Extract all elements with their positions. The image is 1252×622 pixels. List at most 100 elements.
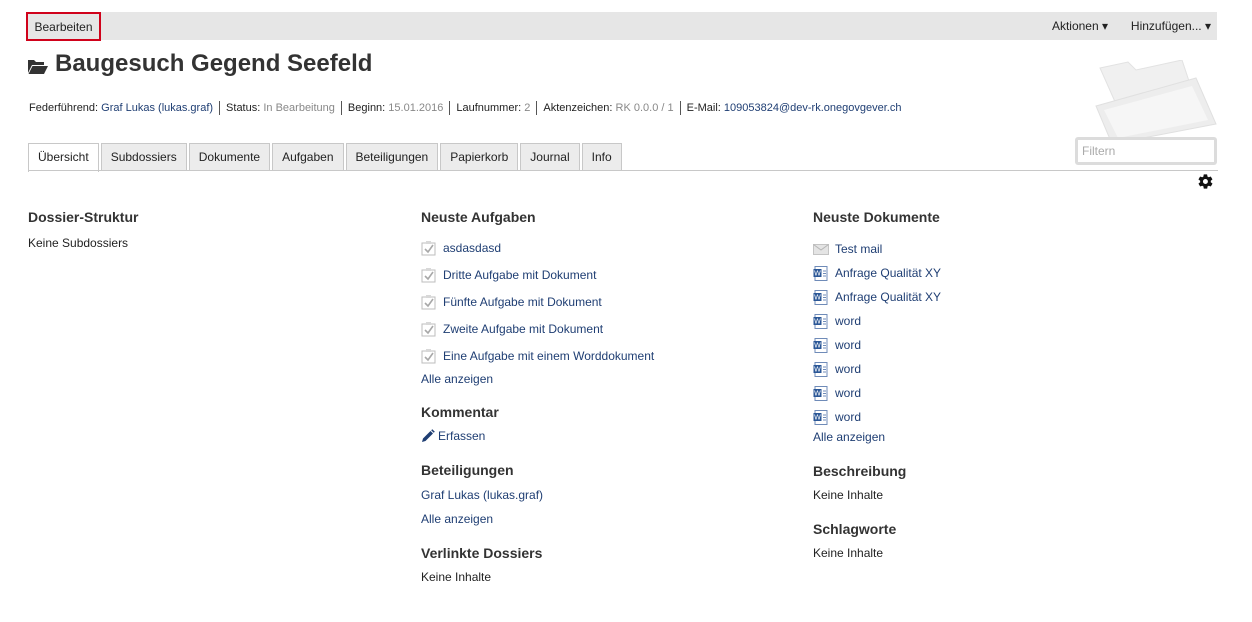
mail-icon (813, 243, 829, 255)
task-link[interactable]: Fünfte Aufgabe mit Dokument (443, 295, 602, 309)
tab-divider (28, 170, 1218, 171)
page-title: Baugesuch Gegend Seefeld (55, 50, 373, 77)
structure-empty-text: Keine Subdossiers (28, 236, 129, 250)
task-link[interactable]: Zweite Aufgabe mit Dokument (443, 322, 603, 336)
meta-email-label: E-Mail: (686, 102, 721, 114)
meta-start-value: 15.01.2016 (388, 102, 444, 114)
meta-reference-label: Aktenzeichen: (543, 102, 613, 114)
open-folder-icon (28, 59, 48, 74)
toolbar: Bearbeiten Aktionen ▾ Hinzufügen... ▾ (26, 12, 1217, 41)
description-heading: Beschreibung (813, 463, 907, 479)
meta-status-value: In Bearbeitung (263, 102, 335, 114)
dossier-folder-icon (1095, 60, 1217, 144)
document-link[interactable]: word (835, 314, 861, 328)
tab-journal[interactable]: Journal (520, 143, 580, 171)
tasks-show-all-link[interactable]: Alle anzeigen (421, 371, 781, 387)
meta-number: Laufnummer: 2 (449, 101, 536, 115)
meta-lead-link[interactable]: Graf Lukas (lukas.graf) (101, 102, 213, 114)
meta-start-label: Beginn: (347, 102, 386, 114)
task-link[interactable]: asdasdasd (443, 241, 501, 255)
add-menu-button[interactable]: Hinzufügen... ▾ (1131, 12, 1211, 40)
tab-subdossiers[interactable]: Subdossiers (100, 143, 187, 171)
document-item[interactable]: W word (813, 405, 1193, 429)
tab-info[interactable]: Info (581, 143, 622, 171)
document-item[interactable]: W word (813, 381, 1193, 405)
document-link[interactable]: word (835, 410, 861, 424)
structure-column: Dossier-Struktur Keine Subdossiers (28, 208, 388, 250)
title-row: Baugesuch Gegend Seefeld (28, 49, 372, 79)
meta-email: E-Mail: 109053824@dev-rk.onegovgever.ch (679, 101, 908, 115)
svg-text:W: W (814, 341, 821, 349)
documents-heading: Neuste Dokumente (813, 209, 940, 225)
task-item[interactable]: Eine Aufgabe mit einem Worddokument (421, 342, 781, 369)
document-link[interactable]: word (835, 338, 861, 352)
task-item[interactable]: Dritte Aufgabe mit Dokument (421, 261, 781, 288)
word-document-icon: W (813, 385, 828, 401)
task-checkbox-icon (421, 240, 436, 255)
task-checkbox-icon (421, 348, 436, 363)
keywords-heading: Schlagworte (813, 521, 897, 537)
dossier-metadata: Federführend: Graf Lukas (lukas.graf) St… (29, 100, 907, 116)
meta-start: Beginn: 15.01.2016 (340, 101, 449, 115)
tasks-column: Neuste Aufgaben asdasdasd Dritte Aufgabe… (421, 208, 781, 584)
participations-heading: Beteiligungen (421, 462, 514, 478)
edit-button[interactable]: Bearbeiten (26, 12, 101, 41)
svg-text:W: W (814, 389, 821, 397)
linked-dossiers-empty-text: Keine Inhalte (421, 570, 492, 584)
meta-reference: Aktenzeichen: RK 0.0.0 / 1 (536, 101, 679, 115)
meta-lead-label: Federführend: (29, 102, 99, 114)
task-list: asdasdasd Dritte Aufgabe mit Dokument Fü… (421, 234, 781, 369)
task-checkbox-icon (421, 267, 436, 282)
svg-text:W: W (814, 269, 821, 277)
tab-documents[interactable]: Dokumente (188, 143, 271, 171)
document-item[interactable]: W Anfrage Qualität XY (813, 261, 1193, 285)
participations-show-all-link[interactable]: Alle anzeigen (421, 511, 781, 527)
tab-trash[interactable]: Papierkorb (440, 143, 519, 171)
word-document-icon: W (813, 337, 828, 353)
task-checkbox-icon (421, 321, 436, 336)
filter-input[interactable] (1075, 137, 1217, 165)
word-document-icon: W (813, 313, 828, 329)
document-item[interactable]: W word (813, 357, 1193, 381)
document-item[interactable]: W Anfrage Qualität XY (813, 285, 1193, 309)
task-link[interactable]: Dritte Aufgabe mit Dokument (443, 268, 596, 282)
document-list: Test mail W Anfrage Qualität XY W Anfrag… (813, 237, 1193, 429)
gear-icon[interactable] (1197, 173, 1214, 190)
document-item[interactable]: Test mail (813, 237, 1193, 261)
document-link[interactable]: Anfrage Qualität XY (835, 266, 941, 280)
word-document-icon: W (813, 409, 828, 425)
meta-email-link[interactable]: 109053824@dev-rk.onegovgever.ch (724, 102, 902, 114)
word-document-icon: W (813, 289, 828, 305)
description-empty-text: Keine Inhalte (813, 488, 884, 502)
actions-menu-button[interactable]: Aktionen ▾ (1052, 12, 1108, 40)
comment-heading: Kommentar (421, 404, 499, 420)
tab-bar: Übersicht Subdossiers Dokumente Aufgaben… (28, 143, 624, 172)
tab-participations[interactable]: Beteiligungen (345, 143, 439, 171)
svg-text:W: W (814, 365, 821, 373)
meta-status-label: Status: (226, 102, 261, 114)
participant-link[interactable]: Graf Lukas (lukas.graf) (421, 487, 781, 503)
pencil-icon (422, 429, 435, 442)
linked-dossiers-heading: Verlinkte Dossiers (421, 545, 543, 561)
documents-show-all-link[interactable]: Alle anzeigen (813, 429, 1193, 445)
tab-tasks[interactable]: Aufgaben (272, 143, 344, 171)
document-item[interactable]: W word (813, 309, 1193, 333)
document-link[interactable]: Test mail (835, 242, 882, 256)
meta-lead: Federführend: Graf Lukas (lukas.graf) (29, 101, 219, 115)
document-item[interactable]: W word (813, 333, 1193, 357)
task-item[interactable]: asdasdasd (421, 234, 781, 261)
task-item[interactable]: Fünfte Aufgabe mit Dokument (421, 288, 781, 315)
task-checkbox-icon (421, 294, 436, 309)
meta-number-value: 2 (524, 102, 531, 114)
comment-add-row[interactable]: Erfassen (421, 428, 781, 444)
task-item[interactable]: Zweite Aufgabe mit Dokument (421, 315, 781, 342)
meta-number-label: Laufnummer: (456, 102, 522, 114)
document-link[interactable]: word (835, 362, 861, 376)
document-link[interactable]: Anfrage Qualität XY (835, 290, 941, 304)
document-link[interactable]: word (835, 386, 861, 400)
tab-overview[interactable]: Übersicht (28, 143, 99, 172)
documents-column: Neuste Dokumente Test mail W Anfrage Qua… (813, 208, 1193, 560)
comment-add-link[interactable]: Erfassen (438, 429, 485, 443)
task-link[interactable]: Eine Aufgabe mit einem Worddokument (443, 349, 654, 363)
meta-reference-value: RK 0.0.0 / 1 (615, 102, 674, 114)
